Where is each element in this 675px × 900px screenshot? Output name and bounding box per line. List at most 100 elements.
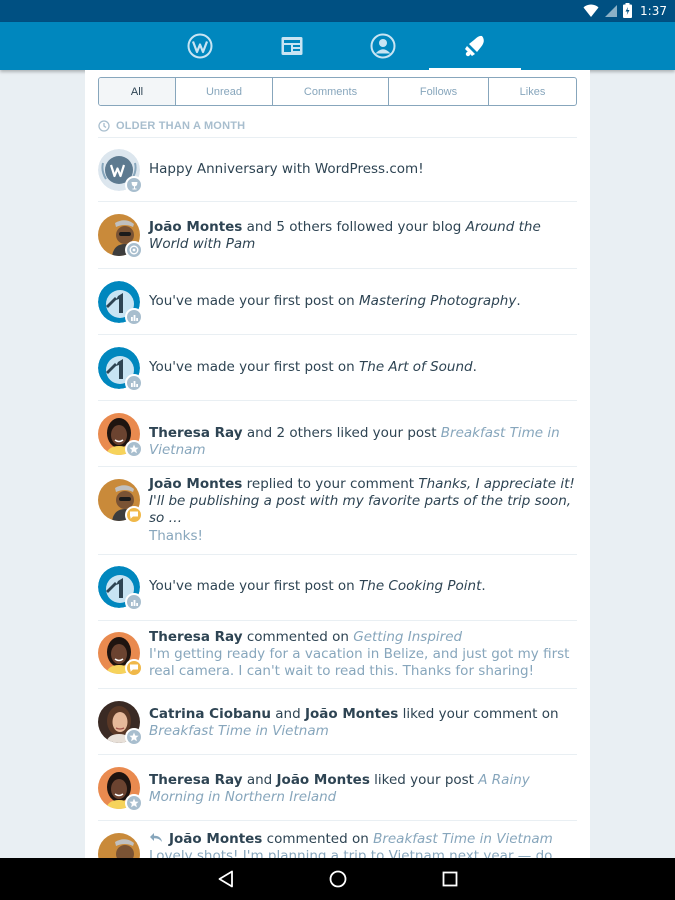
note-text: Catrina Ciobanu and João Montes liked yo…: [149, 706, 577, 740]
note-text: Theresa Ray and João Montes liked your p…: [149, 772, 577, 806]
avatar: [98, 632, 143, 677]
section-label: OLDER THAN A MONTH: [116, 119, 246, 132]
note-blog-title: The Art of Sound: [359, 359, 473, 375]
filter-all[interactable]: All: [99, 78, 175, 105]
note-user[interactable]: João Montes: [149, 219, 242, 235]
note-text: João Montes replied to your comment Than…: [149, 476, 577, 545]
avatar: [98, 347, 143, 392]
note-body: and 2 others liked your post: [242, 425, 441, 441]
filter-follows[interactable]: Follows: [388, 78, 488, 105]
post-link[interactable]: Getting Inspired: [353, 629, 462, 645]
home-button[interactable]: [308, 858, 368, 900]
tab-notifications[interactable]: [429, 22, 521, 70]
notifications-list: All Unread Comments Follows Likes OLDER …: [85, 70, 590, 858]
note-user[interactable]: João Montes: [277, 772, 370, 788]
filter-bar: All Unread Comments Follows Likes: [98, 77, 577, 106]
note-user[interactable]: Theresa Ray: [149, 772, 243, 788]
note-end: .: [516, 293, 521, 309]
list-item[interactable]: João Montes commented on Breakfast Time …: [98, 821, 577, 858]
home-icon: [329, 870, 347, 888]
notifications-icon: [465, 35, 484, 57]
note-body: liked your post: [369, 772, 479, 788]
section-header: OLDER THAN A MONTH: [98, 114, 577, 138]
filter-comments[interactable]: Comments: [272, 78, 388, 105]
list-item[interactable]: You've made your first post on The Cooki…: [98, 555, 577, 621]
note-body: commented on: [242, 629, 354, 645]
back-button[interactable]: [196, 858, 256, 900]
avatar: [98, 566, 143, 611]
note-body: You've made your first post on: [149, 578, 360, 594]
note-body: Happy Anniversary with WordPress.com!: [149, 161, 424, 177]
list-item[interactable]: Theresa Ray and 2 others liked your post…: [98, 401, 577, 467]
note-text: You've made your first post on The Cooki…: [149, 578, 577, 595]
avatar: [98, 701, 143, 746]
tab-my-sites[interactable]: [154, 22, 246, 70]
list-item[interactable]: Catrina Ciobanu and João Montes liked yo…: [98, 689, 577, 755]
wordpress-icon: [187, 33, 213, 59]
stats-icon: [130, 380, 138, 387]
badge: [125, 728, 143, 746]
badge: [125, 794, 143, 812]
badge: [125, 241, 143, 259]
note-user[interactable]: João Montes: [149, 476, 242, 492]
note-user[interactable]: João Montes: [305, 706, 398, 722]
status-time: 1:37: [640, 3, 667, 18]
note-body: You've made your first post on: [149, 293, 360, 309]
list-item[interactable]: Theresa Ray and João Montes liked your p…: [98, 755, 577, 821]
list-item[interactable]: You've made your first post on Mastering…: [98, 269, 577, 335]
filter-likes[interactable]: Likes: [488, 78, 576, 105]
badge: [125, 440, 143, 458]
back-icon: [218, 870, 233, 888]
note-body: commented on: [262, 831, 374, 847]
note-user[interactable]: João Montes: [169, 831, 262, 847]
profile-icon: [370, 33, 396, 59]
note-user[interactable]: Theresa Ray: [149, 425, 243, 441]
avatar: [98, 281, 143, 326]
status-icons: 1:37: [583, 3, 667, 18]
list-item[interactable]: You've made your first post on The Art o…: [98, 335, 577, 401]
trophy-icon: [131, 181, 137, 189]
note-user[interactable]: Catrina Ciobanu: [149, 706, 271, 722]
note-body: and: [242, 772, 277, 788]
stats-icon: [130, 599, 138, 606]
avatar: [98, 479, 143, 524]
reply-icon: [150, 833, 162, 842]
status-bar: 1:37: [0, 0, 675, 22]
user-avatar: [98, 833, 140, 858]
note-excerpt: I'm getting ready for a vacation in Beli…: [149, 646, 570, 679]
reader-icon: [281, 37, 303, 55]
note-user[interactable]: Theresa Ray: [149, 629, 243, 645]
note-body: liked your comment on: [398, 706, 559, 722]
app-bar: [0, 22, 675, 70]
stats-icon: [130, 314, 138, 321]
note-end: .: [472, 359, 477, 375]
recents-button[interactable]: [420, 858, 480, 900]
note-text: João Montes and 5 others followed your b…: [149, 219, 577, 253]
comment-icon: [130, 664, 138, 672]
list-item[interactable]: João Montes replied to your comment Than…: [98, 467, 577, 555]
battery-icon: [623, 3, 633, 18]
note-body: replied to your comment: [242, 476, 419, 492]
badge: [125, 176, 143, 194]
tab-me[interactable]: [337, 22, 429, 70]
note-body: and: [270, 706, 305, 722]
star-icon: [129, 732, 139, 742]
filter-unread[interactable]: Unread: [175, 78, 272, 105]
signal-icon: [605, 4, 618, 17]
avatar: [98, 767, 143, 812]
badge: [125, 374, 143, 392]
tab-reader[interactable]: [246, 22, 338, 70]
note-body: and 5 others followed your blog: [242, 219, 466, 235]
star-icon: [129, 444, 139, 454]
list-item[interactable]: Happy Anniversary with WordPress.com!: [98, 138, 577, 202]
badge: [125, 506, 143, 524]
post-link[interactable]: Breakfast Time in Vietnam: [373, 831, 553, 847]
post-link[interactable]: Breakfast Time in Vietnam: [149, 723, 329, 739]
navigation-bar: [0, 858, 675, 900]
list-item[interactable]: Theresa Ray commented on Getting Inspire…: [98, 621, 577, 689]
badge: [125, 308, 143, 326]
note-text: João Montes commented on Breakfast Time …: [149, 831, 577, 858]
note-excerpt: Lovely shots! I'm planning a trip to Vie…: [149, 848, 553, 858]
note-text: You've made your first post on The Art o…: [149, 359, 577, 376]
list-item[interactable]: João Montes and 5 others followed your b…: [98, 202, 577, 269]
